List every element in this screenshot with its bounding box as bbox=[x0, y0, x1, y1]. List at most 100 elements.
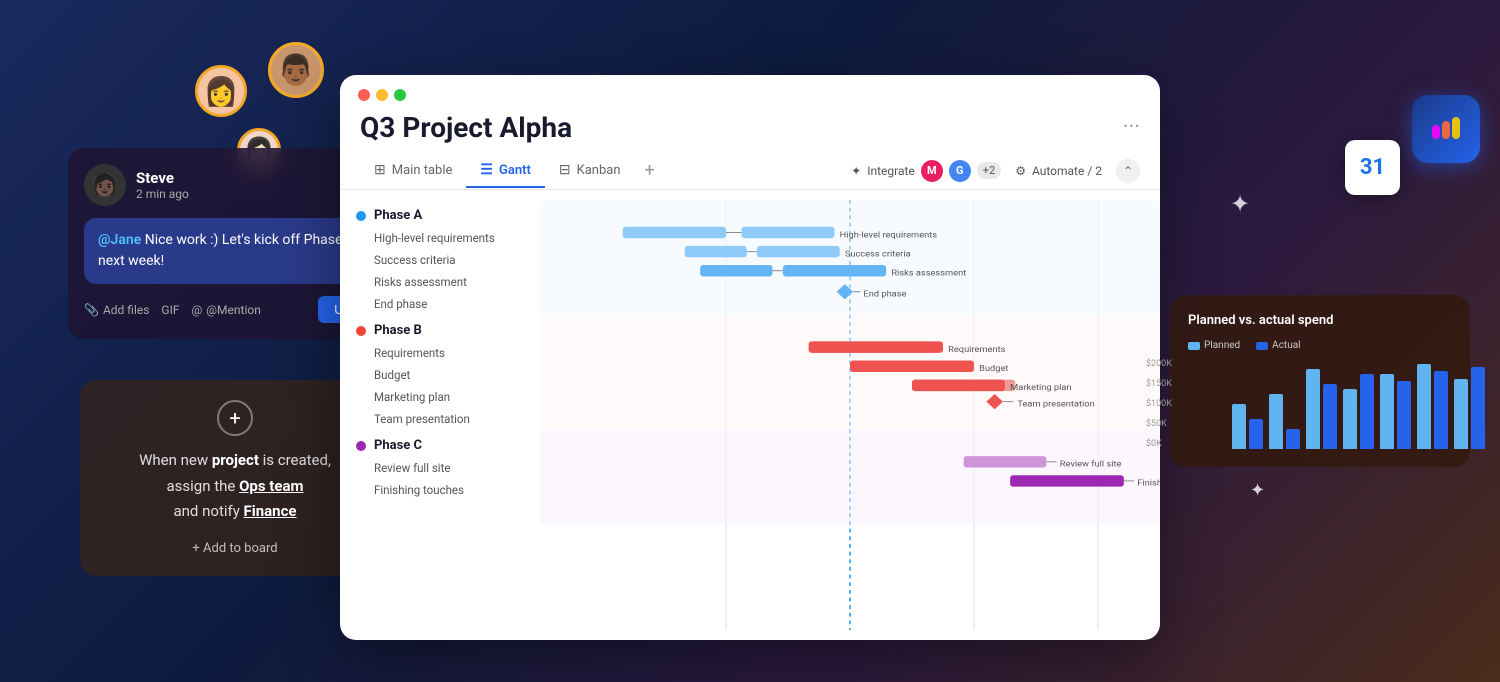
chat-mention: @Jane bbox=[98, 232, 141, 248]
automation-line2: is created, bbox=[259, 451, 331, 469]
sparkle-1: ✦ bbox=[1230, 190, 1250, 218]
automate-section[interactable]: ⚙ Automate / 2 bbox=[1015, 164, 1102, 178]
bar-actual-5 bbox=[1397, 381, 1411, 449]
monday-app-icon[interactable] bbox=[1412, 95, 1480, 163]
window-titlebar bbox=[340, 75, 1160, 101]
tab-main-table-label: Main table bbox=[392, 163, 453, 178]
legend-actual-color bbox=[1256, 342, 1268, 350]
task-finishing-touches: Finishing touches bbox=[356, 479, 524, 501]
at-icon: @ bbox=[192, 303, 203, 317]
bar-group-2 bbox=[1269, 394, 1300, 449]
phase-b-label: Phase B bbox=[374, 323, 422, 338]
automate-label: Automate / 2 bbox=[1032, 164, 1102, 178]
tab-gantt-label: Gantt bbox=[499, 163, 531, 178]
gif-btn[interactable]: GIF bbox=[161, 303, 179, 317]
tab-gantt[interactable]: ☰ Gantt bbox=[466, 154, 544, 188]
bar-actual-1 bbox=[1249, 419, 1263, 449]
task-success-criteria: Success criteria bbox=[356, 249, 524, 271]
bar-planned-5 bbox=[1380, 374, 1394, 449]
task-requirements: Requirements bbox=[356, 342, 524, 364]
close-dot[interactable] bbox=[358, 89, 370, 101]
tab-kanban[interactable]: ⊟ Kanban bbox=[545, 154, 635, 188]
avatar-2: 👨🏾 bbox=[268, 42, 324, 98]
more-options-btn[interactable]: ··· bbox=[1123, 115, 1140, 140]
phase-c-header: Phase C bbox=[356, 434, 524, 457]
bar-group-6 bbox=[1417, 364, 1448, 449]
bar-planned-6 bbox=[1417, 364, 1431, 449]
automation-ops-team: Ops team bbox=[239, 477, 303, 495]
add-to-board-btn[interactable]: + Add to board bbox=[100, 541, 370, 556]
chart-y-labels: $200K $150K $100K $50K $0K bbox=[1146, 359, 1172, 449]
automation-line4: and notify bbox=[173, 502, 243, 520]
chat-user-time: 2 min ago bbox=[136, 187, 189, 201]
task-marketing-plan: Marketing plan bbox=[356, 386, 524, 408]
integrate-section[interactable]: ✦ Integrate M G +2 bbox=[851, 160, 1001, 182]
minimize-dot[interactable] bbox=[376, 89, 388, 101]
phase-b-dot bbox=[356, 326, 366, 336]
automation-line1: When new bbox=[139, 451, 212, 469]
paperclip-icon: 📎 bbox=[84, 303, 99, 317]
automation-project-bold: project bbox=[212, 451, 259, 469]
project-title: Q3 Project Alpha bbox=[360, 111, 572, 144]
integration-badge: +2 bbox=[977, 162, 1001, 179]
task-risks-assessment: Risks assessment bbox=[356, 271, 524, 293]
phase-a-header: Phase A bbox=[356, 204, 524, 227]
bar-chart-container: $200K $150K $100K $50K $0K bbox=[1188, 359, 1452, 449]
bar-group-3 bbox=[1306, 369, 1337, 449]
integration-icon-g: G bbox=[949, 160, 971, 182]
bar-planned-2 bbox=[1269, 394, 1283, 449]
svg-text:Review full site: Review full site bbox=[1060, 460, 1122, 470]
google-cal-number: 31 bbox=[1360, 155, 1385, 180]
tabs-right: ✦ Integrate M G +2 ⚙ Automate / 2 ⌃ bbox=[851, 159, 1140, 183]
svg-text:Success criteria: Success criteria bbox=[845, 250, 911, 260]
bar-chart bbox=[1232, 359, 1452, 449]
phase-a-label: Phase A bbox=[374, 208, 422, 223]
phase-c-label: Phase C bbox=[374, 438, 422, 453]
svg-text:End phase: End phase bbox=[863, 290, 906, 300]
tab-kanban-label: Kanban bbox=[577, 163, 621, 178]
project-title-row: Q3 Project Alpha ··· bbox=[340, 101, 1160, 152]
svg-text:Risks assessment: Risks assessment bbox=[891, 269, 966, 279]
integrate-star-icon: ✦ bbox=[851, 164, 861, 178]
gantt-labels: Phase A High-level requirements Success … bbox=[340, 200, 540, 630]
legend-actual: Actual bbox=[1256, 340, 1300, 351]
mention-btn[interactable]: @ @Mention bbox=[192, 303, 261, 317]
legend-actual-label: Actual bbox=[1272, 340, 1300, 351]
bar-actual-2 bbox=[1286, 429, 1300, 449]
task-high-level-req: High-level requirements bbox=[356, 227, 524, 249]
sparkle-2: ✦ bbox=[1250, 480, 1265, 501]
chart-title: Planned vs. actual spend bbox=[1188, 313, 1452, 328]
svg-text:Requirements: Requirements bbox=[948, 345, 1006, 355]
gantt-window: Q3 Project Alpha ··· ⊞ Main table ☰ Gant… bbox=[340, 75, 1160, 640]
gantt-svg: High-level requirements Success criteria… bbox=[540, 200, 1160, 630]
avatar-1: 👩 bbox=[195, 65, 247, 117]
y-label-150k: $150K bbox=[1146, 379, 1172, 389]
maximize-dot[interactable] bbox=[394, 89, 406, 101]
y-label-100k: $100K bbox=[1146, 399, 1172, 409]
bar-planned-7 bbox=[1454, 379, 1468, 449]
add-files-btn[interactable]: 📎 Add files bbox=[84, 303, 149, 317]
bar-group-5 bbox=[1380, 374, 1411, 449]
automate-icon: ⚙ bbox=[1015, 164, 1026, 178]
automation-plus-icon: + bbox=[217, 400, 253, 436]
bar-actual-6 bbox=[1434, 371, 1448, 449]
table-icon: ⊞ bbox=[374, 162, 386, 178]
task-budget: Budget bbox=[356, 364, 524, 386]
y-label-200k: $200K bbox=[1146, 359, 1172, 369]
phase-a-dot bbox=[356, 211, 366, 221]
svg-text:Finishing: Finishing bbox=[1137, 479, 1160, 489]
chat-user-avatar: 🧑🏿 bbox=[84, 164, 126, 206]
bar-group-4 bbox=[1343, 374, 1374, 449]
legend-planned-color bbox=[1188, 342, 1200, 350]
y-label-0k: $0K bbox=[1146, 439, 1172, 449]
add-view-btn[interactable]: + bbox=[635, 152, 665, 189]
legend-planned: Planned bbox=[1188, 340, 1240, 351]
tab-main-table[interactable]: ⊞ Main table bbox=[360, 154, 466, 188]
svg-text:Budget: Budget bbox=[979, 364, 1008, 374]
bar-group-1 bbox=[1232, 404, 1263, 449]
collapse-btn[interactable]: ⌃ bbox=[1116, 159, 1140, 183]
svg-text:Team presentation: Team presentation bbox=[1017, 400, 1094, 410]
legend-planned-label: Planned bbox=[1204, 340, 1240, 351]
chart-card: Planned vs. actual spend Planned Actual … bbox=[1170, 295, 1470, 467]
google-cal-app-icon[interactable]: 31 bbox=[1345, 140, 1400, 195]
